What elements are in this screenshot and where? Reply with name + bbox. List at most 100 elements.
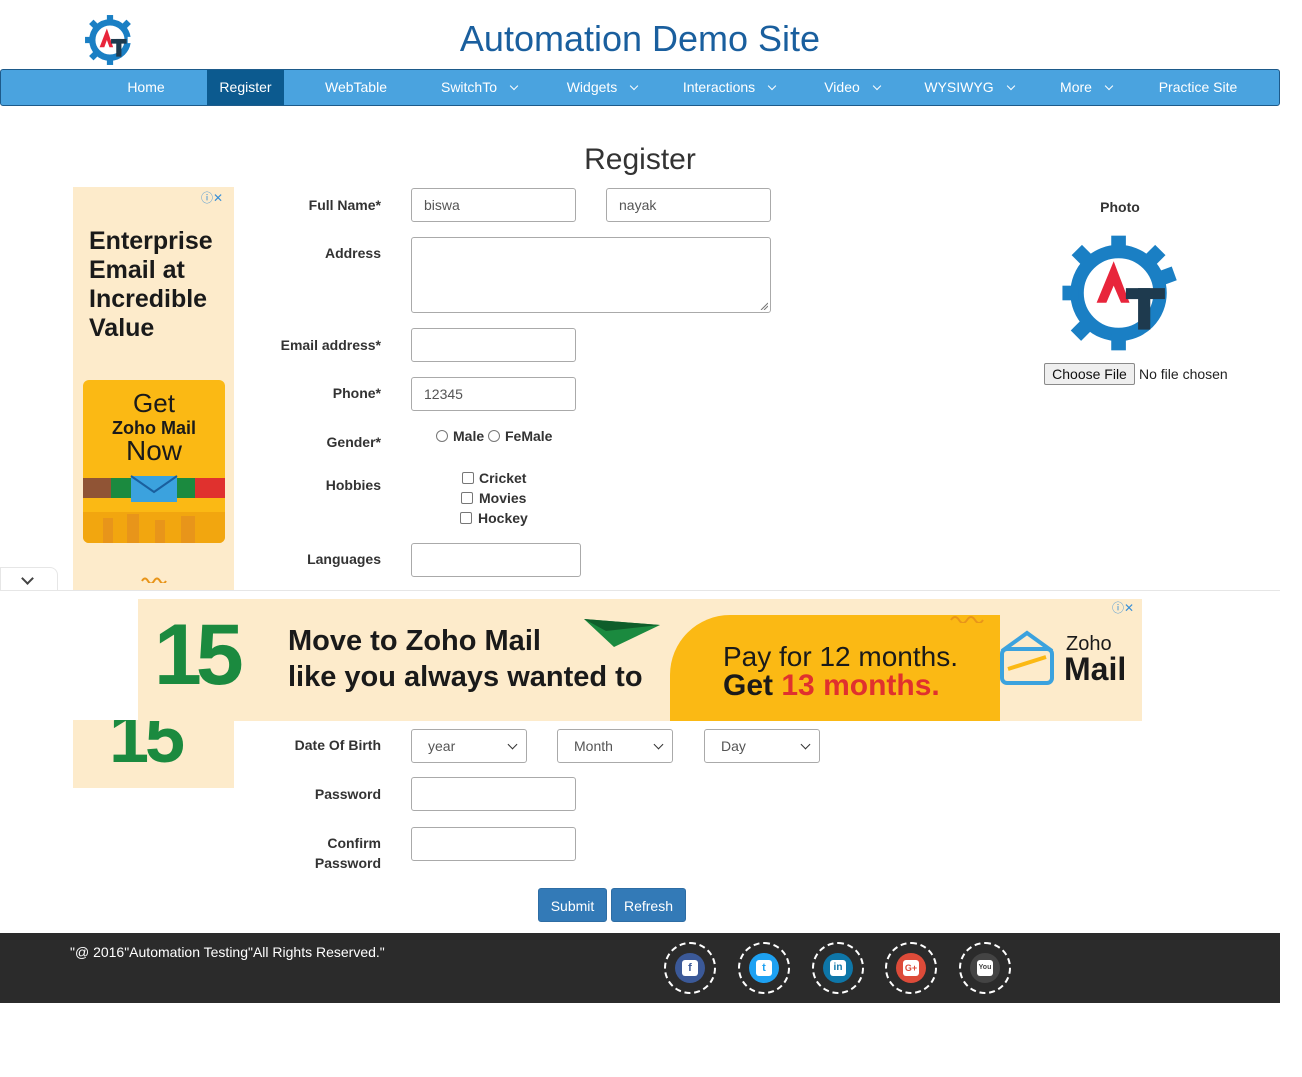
nav-widgets[interactable]: Widgets [550, 70, 654, 105]
youtube-glyph: You [977, 960, 993, 976]
photo-logo-icon [1062, 235, 1177, 351]
squiggle-icon [950, 616, 984, 623]
hobby-movies-label: Movies [479, 490, 527, 506]
resize-grip-icon[interactable] [760, 302, 768, 310]
side-ad-cta-get: Get [133, 388, 175, 418]
dob-day-select[interactable]: Day [704, 729, 820, 763]
chevron-down-icon [21, 572, 34, 585]
email-input[interactable] [411, 328, 576, 362]
last-name-input[interactable]: nayak [606, 188, 771, 222]
nav-wysiwyg-label: WYSIWYG [924, 79, 994, 95]
hobby-movies-checkbox[interactable] [461, 492, 473, 504]
bottom-ad-brand-mail: Mail [1064, 651, 1127, 687]
chevron-down-icon [630, 81, 639, 91]
password-input[interactable] [411, 777, 576, 811]
phone-input[interactable]: 12345 [411, 377, 576, 411]
nav-video-label: Video [824, 79, 860, 95]
chevron-down-icon [509, 81, 519, 91]
nav-webtable[interactable]: WebTable [304, 70, 408, 105]
bottom-ad-get-highlight: 13 months. [781, 669, 940, 702]
side-ad-cta-box[interactable]: Get Zoho Mail Now [83, 380, 225, 543]
ad-info-close-icon[interactable]: ⓘ✕ [1112, 599, 1134, 616]
bottom-ad-number: 15 [154, 607, 244, 703]
twitter-link[interactable]: t [738, 942, 790, 994]
google-plus-link[interactable]: G+ [885, 942, 937, 994]
chevron-down-icon [800, 739, 811, 750]
nav-practice-site-label: Practice Site [1158, 79, 1238, 95]
chevron-down-icon [1104, 81, 1114, 91]
footer-copyright: "@ 2016"Automation Testing"All Rights Re… [70, 944, 385, 960]
nav-more-label: More [1060, 79, 1092, 95]
side-ad-cta-now: Now [125, 435, 182, 466]
nav-widgets-label: Widgets [566, 79, 618, 95]
ad-info-close-icon[interactable]: ⓘ✕ [201, 189, 223, 206]
nav-home[interactable]: Home [105, 70, 187, 105]
no-file-chosen-text: No file chosen [1139, 366, 1228, 382]
nav-wysiwyg[interactable]: WYSIWYG [911, 70, 1027, 105]
nav-more[interactable]: More [1045, 70, 1127, 105]
dob-month-select[interactable]: Month [557, 729, 673, 763]
refresh-button[interactable]: Refresh [611, 888, 686, 922]
bottom-ad-overlay: ⓘ✕ 15 Move to Zoho Mail like you always … [0, 590, 1280, 721]
side-ad-headline: Enterprise Email at Incredible Value [89, 227, 213, 343]
hobby-hockey-checkbox[interactable] [460, 512, 472, 524]
choose-file-button[interactable]: Choose File [1044, 363, 1135, 385]
footer: "@ 2016"Automation Testing"All Rights Re… [0, 933, 1280, 1003]
bottom-ad-get-prefix: Get [723, 669, 782, 702]
bottom-ad-line1: Move to Zoho Mail [288, 625, 541, 657]
page: Automation Demo Site Home Register WebTa… [0, 0, 1302, 1077]
nav-register-label: Register [219, 79, 272, 95]
bottom-ad-get: Get 13 months. [723, 669, 940, 703]
nav-video[interactable]: Video [807, 70, 897, 105]
side-ad-headline-line: Enterprise [89, 227, 213, 255]
dob-month-value: Month [574, 738, 613, 754]
submit-button[interactable]: Submit [538, 888, 607, 922]
gender-male-radio[interactable] [436, 430, 448, 442]
hobby-hockey-label: Hockey [478, 510, 528, 526]
confirm-password-label-line1: Confirm [327, 835, 381, 851]
nav-switchto[interactable]: SwitchTo [427, 70, 531, 105]
address-textarea[interactable] [411, 237, 771, 313]
chevron-down-icon [1006, 81, 1015, 91]
twitter-icon: t [749, 953, 779, 983]
facebook-icon: f [675, 953, 705, 983]
youtube-icon: You [970, 953, 1000, 983]
dob-year-select[interactable]: year [411, 729, 527, 763]
ad-collapse-tab[interactable] [0, 567, 58, 592]
twitter-glyph: t [756, 960, 772, 976]
languages-input[interactable] [411, 543, 581, 577]
nav-webtable-label: WebTable [324, 79, 387, 95]
side-ad-headline-line: Incredible [89, 285, 208, 313]
linkedin-link[interactable]: in [812, 942, 864, 994]
dob-year-value: year [428, 738, 456, 754]
site-title: Automation Demo Site [459, 18, 821, 59]
nav-register[interactable]: Register [207, 70, 284, 105]
paper-plane-icon [584, 619, 660, 647]
nav-interactions-label: Interactions [682, 79, 756, 95]
side-ad-headline-line: Email at [89, 256, 185, 284]
dob-day-value: Day [721, 738, 746, 754]
main-navbar: Home Register WebTable SwitchTo Widgets … [0, 69, 1280, 106]
nav-interactions[interactable]: Interactions [667, 70, 791, 105]
confirm-password-input[interactable] [411, 827, 576, 861]
gender-female-label: FeMale [505, 428, 553, 444]
envelope-city-icon [83, 475, 225, 543]
linkedin-icon: in [823, 953, 853, 983]
gender-female-radio[interactable] [488, 430, 500, 442]
hobby-cricket-checkbox[interactable] [462, 472, 474, 484]
bottom-advertisement[interactable]: ⓘ✕ 15 Move to Zoho Mail like you always … [138, 599, 1142, 721]
first-name-input[interactable]: biswa [411, 188, 576, 222]
nav-switchto-label: SwitchTo [440, 79, 498, 95]
facebook-link[interactable]: f [664, 942, 716, 994]
side-ad-headline-line: Value [89, 314, 155, 342]
bottom-ad-line2: like you always wanted to [288, 661, 643, 693]
google-plus-glyph: G+ [903, 960, 919, 976]
chevron-down-icon [653, 739, 664, 750]
hobby-cricket-label: Cricket [479, 470, 527, 486]
nav-practice-site[interactable]: Practice Site [1149, 70, 1247, 105]
gender-male-label: Male [453, 428, 485, 444]
zoho-mail-envelope-icon [1000, 630, 1054, 685]
squiggle-icon [141, 577, 167, 583]
linkedin-glyph: in [830, 960, 846, 976]
youtube-link[interactable]: You [959, 942, 1011, 994]
